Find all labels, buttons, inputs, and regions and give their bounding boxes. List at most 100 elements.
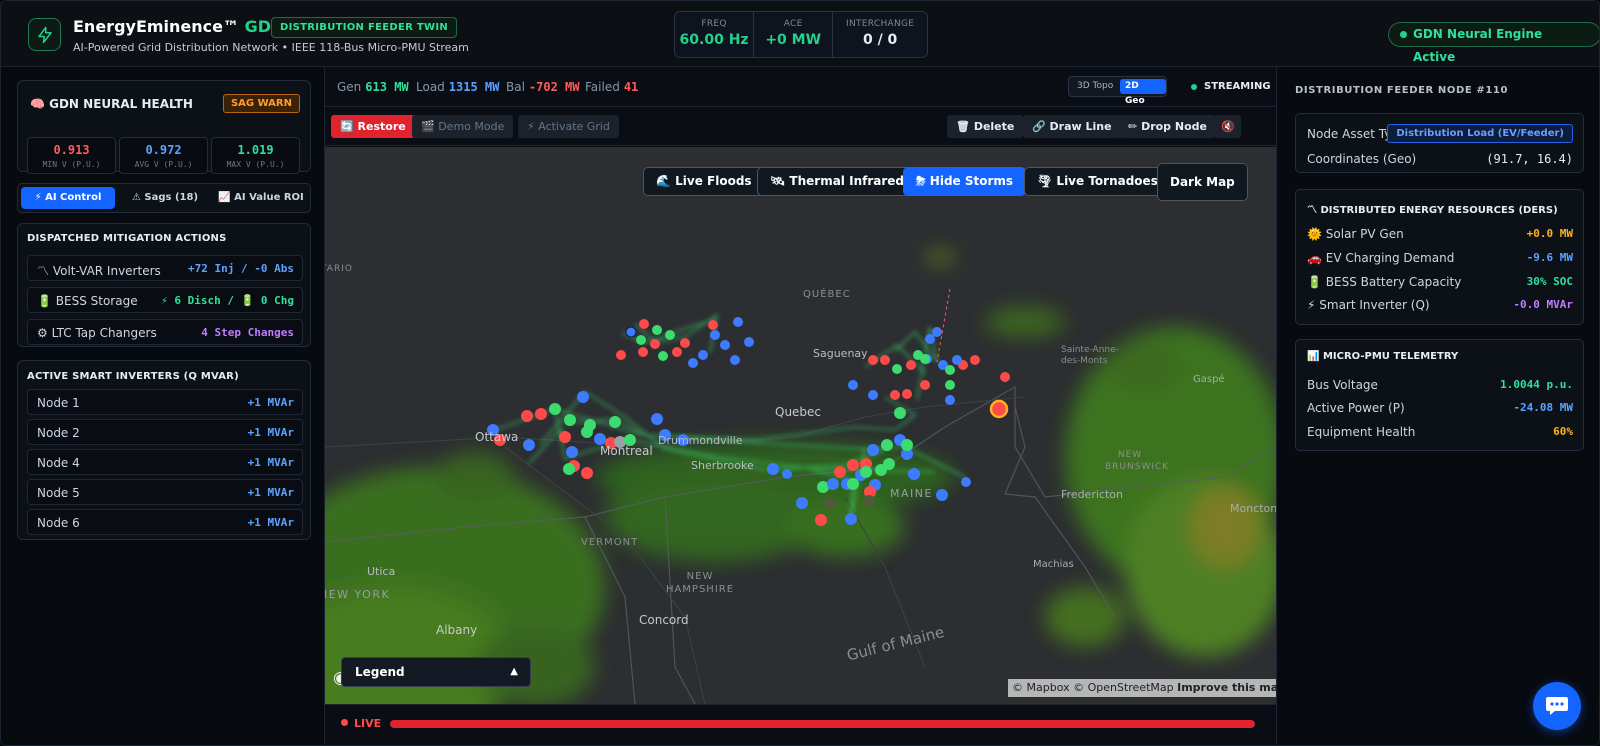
grid-node[interactable] bbox=[796, 497, 808, 509]
grid-node[interactable] bbox=[920, 380, 930, 390]
grid-node[interactable] bbox=[688, 358, 698, 368]
dark-map-button[interactable]: Dark Map bbox=[1157, 163, 1248, 201]
grid-node[interactable] bbox=[767, 463, 779, 475]
chat-button[interactable] bbox=[1533, 682, 1581, 730]
grid-node[interactable] bbox=[892, 364, 902, 374]
grid-node[interactable] bbox=[815, 514, 827, 526]
grid-node[interactable] bbox=[868, 390, 878, 400]
grid-node[interactable] bbox=[609, 416, 621, 428]
mapbox-attribution-link[interactable]: © Mapbox bbox=[1012, 681, 1070, 694]
grid-node[interactable] bbox=[847, 459, 859, 471]
inverter-row[interactable]: Node 1 +1 MVAr bbox=[27, 389, 303, 415]
grid-node[interactable] bbox=[535, 408, 547, 420]
restore-button[interactable]: 🔄 Restore bbox=[331, 115, 415, 138]
grid-node[interactable] bbox=[566, 446, 578, 458]
grid-node[interactable] bbox=[658, 351, 668, 361]
grid-node[interactable] bbox=[961, 477, 971, 487]
grid-node[interactable] bbox=[559, 431, 571, 443]
drop-node-button[interactable]: ✏ Drop Node bbox=[1119, 115, 1216, 138]
topo-3d-toggle[interactable]: 3D Topo bbox=[1072, 79, 1118, 94]
grid-node[interactable] bbox=[680, 338, 690, 348]
grid-node[interactable] bbox=[639, 319, 649, 329]
tab-ai-value-roi[interactable]: 📈 AI Value ROI bbox=[214, 187, 308, 209]
improve-map-link[interactable]: Improve this map bbox=[1177, 681, 1276, 694]
tab-sags[interactable]: ⚠ Sags (18) bbox=[118, 187, 212, 209]
grid-node[interactable] bbox=[894, 407, 906, 419]
grid-node[interactable] bbox=[782, 469, 792, 479]
inverter-row[interactable]: Node 5 +1 MVAr bbox=[27, 479, 303, 505]
grid-node[interactable] bbox=[908, 468, 920, 480]
grid-node[interactable] bbox=[945, 395, 955, 405]
grid-node[interactable] bbox=[834, 466, 846, 478]
grid-node[interactable] bbox=[848, 380, 858, 390]
draw-line-button[interactable]: 🔗 Draw Line bbox=[1023, 115, 1121, 138]
delete-button[interactable]: 🗑 Delete bbox=[947, 115, 1024, 138]
grid-node[interactable] bbox=[638, 347, 648, 357]
grid-node[interactable] bbox=[881, 439, 893, 451]
inverter-row[interactable]: Node 4 +1 MVAr bbox=[27, 449, 303, 475]
grid-node[interactable] bbox=[867, 444, 879, 456]
grid-node[interactable] bbox=[1000, 372, 1010, 382]
demo-mode-button[interactable]: 🎬 Demo Mode bbox=[412, 115, 514, 138]
activate-grid-button[interactable]: ⚡ Activate Grid bbox=[518, 115, 619, 138]
grid-node[interactable] bbox=[584, 419, 596, 431]
grid-node[interactable] bbox=[860, 466, 872, 478]
grid-node[interactable] bbox=[945, 365, 955, 375]
grid-node[interactable] bbox=[932, 327, 942, 337]
hide-storms-button[interactable]: ⛈ Hide Storms bbox=[903, 167, 1027, 196]
live-floods-button[interactable]: 🌊 Live Floods bbox=[643, 167, 765, 196]
inverter-row[interactable]: Node 2 +1 MVAr bbox=[27, 419, 303, 445]
grid-node[interactable] bbox=[845, 513, 857, 525]
grid-node[interactable] bbox=[698, 350, 708, 360]
grid-node[interactable] bbox=[936, 489, 948, 501]
grid-node[interactable] bbox=[875, 464, 887, 476]
grid-node[interactable] bbox=[577, 391, 589, 403]
grid-node[interactable] bbox=[901, 439, 913, 451]
grid-node[interactable] bbox=[847, 478, 859, 490]
tab-ai-control[interactable]: ⚡ AI Control bbox=[21, 187, 115, 209]
grid-node[interactable] bbox=[720, 340, 730, 350]
grid-node[interactable] bbox=[652, 325, 662, 335]
inverter-row[interactable]: Node 6 +1 MVAr bbox=[27, 509, 303, 535]
grid-node[interactable] bbox=[920, 354, 930, 364]
grid-node[interactable] bbox=[549, 403, 561, 415]
grid-node[interactable] bbox=[523, 439, 535, 451]
grid-node[interactable] bbox=[733, 317, 743, 327]
grid-node[interactable] bbox=[952, 355, 962, 365]
grid-node[interactable] bbox=[650, 339, 660, 349]
legend-toggle[interactable]: Legend ▲ bbox=[341, 657, 531, 687]
osm-attribution-link[interactable]: © OpenStreetMap bbox=[1073, 681, 1174, 694]
grid-node[interactable] bbox=[625, 326, 637, 338]
feeder-node-title: DISTRIBUTION FEEDER NODE #110 bbox=[1295, 85, 1509, 96]
live-progress-bar[interactable] bbox=[390, 720, 1255, 728]
thermal-infrared-button[interactable]: 🛰 Thermal Infrared bbox=[757, 167, 917, 196]
grid-node[interactable] bbox=[665, 330, 675, 340]
grid-node[interactable] bbox=[827, 478, 839, 490]
grid-node[interactable] bbox=[970, 355, 980, 365]
live-tornadoes-button[interactable]: 🌪 Live Tornadoes bbox=[1024, 167, 1171, 196]
selected-node-110[interactable] bbox=[989, 399, 1009, 419]
grid-node[interactable] bbox=[636, 335, 646, 345]
grid-node[interactable] bbox=[710, 330, 720, 340]
grid-node[interactable] bbox=[672, 347, 682, 357]
grid-node[interactable] bbox=[616, 350, 626, 360]
geo-2d-toggle[interactable]: 2D Geo bbox=[1120, 79, 1166, 106]
grid-node[interactable] bbox=[890, 390, 900, 400]
grid-node[interactable] bbox=[902, 389, 912, 399]
grid-node[interactable] bbox=[563, 463, 575, 475]
grid-node[interactable] bbox=[945, 380, 955, 390]
grid-node[interactable] bbox=[581, 467, 593, 479]
grid-node[interactable] bbox=[863, 495, 875, 507]
grid-node[interactable] bbox=[824, 497, 836, 509]
grid-node[interactable] bbox=[868, 355, 878, 365]
grid-node[interactable] bbox=[744, 337, 754, 347]
grid-node[interactable] bbox=[880, 355, 890, 365]
grid-node[interactable] bbox=[651, 413, 663, 425]
grid-node[interactable] bbox=[521, 410, 533, 422]
grid-node[interactable] bbox=[730, 355, 740, 365]
grid-node[interactable] bbox=[564, 414, 576, 426]
grid-node[interactable] bbox=[708, 320, 718, 330]
grid-node[interactable] bbox=[906, 360, 916, 370]
mute-button[interactable]: 🔇 bbox=[1215, 115, 1241, 138]
geo-map[interactable]: QUÉBEC Saguenay Sainte-Anne-des-Monts Ga… bbox=[325, 147, 1276, 704]
